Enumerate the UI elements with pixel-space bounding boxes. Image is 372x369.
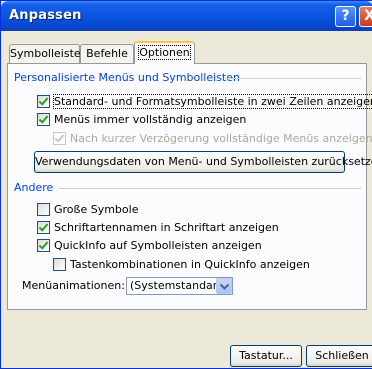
- menu-animations-label: Menüanimationen:: [22, 279, 125, 292]
- keyboard-button[interactable]: Tastatur...: [230, 345, 302, 367]
- button-label: Tastatur...: [239, 349, 293, 362]
- tab-symbolleisten[interactable]: Symbolleisten: [9, 44, 88, 63]
- menu-animations-select[interactable]: (Systemstandard): [126, 277, 233, 295]
- group-heading-other: Andere: [14, 181, 54, 194]
- tab-label: Optionen: [138, 45, 191, 60]
- checkbox[interactable]: [37, 221, 50, 234]
- checkbox[interactable]: [53, 132, 66, 145]
- close-window-button[interactable]: X: [359, 6, 372, 27]
- help-button[interactable]: ?: [335, 6, 356, 27]
- option-label: Große Symbole: [54, 203, 139, 216]
- checkbox[interactable]: [37, 239, 50, 252]
- customize-dialog: Anpassen ? X Symbolleisten Befehle Optio…: [0, 0, 372, 369]
- checkbox[interactable]: [53, 258, 66, 271]
- button-label: Schließen: [315, 349, 369, 362]
- option-label: Tastenkombinationen in QuickInfo anzeige…: [70, 258, 310, 271]
- close-icon: X: [364, 8, 372, 24]
- title-bar[interactable]: Anpassen ? X: [1, 1, 372, 31]
- option-label: QuickInfo auf Symbolleisten anzeigen: [54, 239, 262, 252]
- checkbox[interactable]: [37, 113, 50, 126]
- select-value: (Systemstandard): [130, 279, 229, 292]
- help-icon: ?: [341, 8, 350, 24]
- dialog-title: Anpassen: [9, 8, 82, 23]
- close-button[interactable]: Schließen: [306, 345, 372, 367]
- checkbox[interactable]: [37, 203, 50, 216]
- group-heading-personalized: Personalisierte Menüs und Symbolleisten: [14, 71, 240, 84]
- tab-optionen[interactable]: Optionen: [134, 41, 195, 64]
- option-label: Schriftartennamen in Schriftart anzeigen: [54, 221, 279, 234]
- tab-label: Symbolleisten: [10, 47, 88, 60]
- tab-label: Befehle: [86, 47, 128, 60]
- chevron-down-icon[interactable]: [216, 278, 232, 294]
- tab-befehle[interactable]: Befehle: [80, 44, 134, 63]
- option-label: Standard- und Formatsymbolleiste in zwei…: [53, 94, 372, 109]
- group-divider: [59, 188, 361, 189]
- option-label: Menüs immer vollständig anzeigen: [54, 113, 247, 126]
- group-divider: [225, 78, 361, 79]
- button-label: Verwendungsdaten von Menü- und Symbollei…: [35, 155, 372, 168]
- reset-usage-data-button[interactable]: Verwendungsdaten von Menü- und Symbollei…: [34, 151, 372, 173]
- option-label: Nach kurzer Verzögerung vollständige Men…: [70, 132, 372, 145]
- checkbox[interactable]: [37, 95, 50, 108]
